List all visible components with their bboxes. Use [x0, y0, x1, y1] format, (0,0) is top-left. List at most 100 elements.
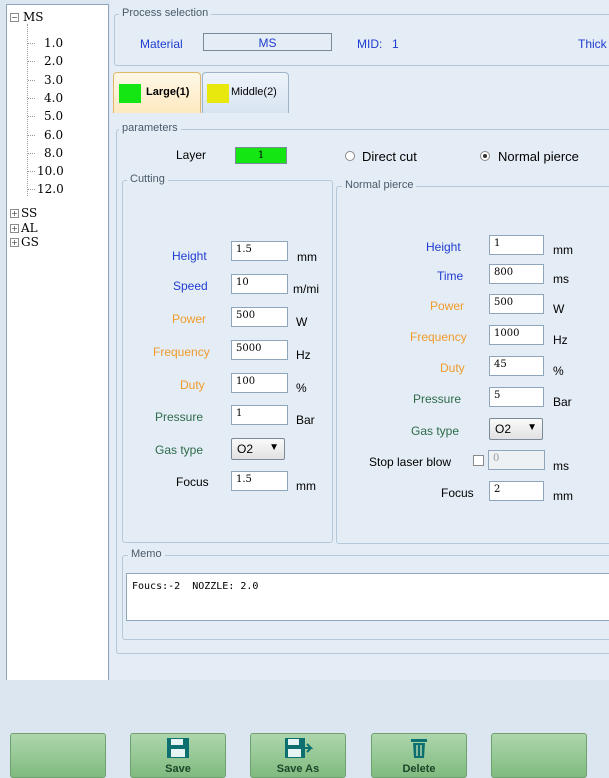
tree-node-thickness[interactable]: 3.0: [44, 74, 63, 86]
pierce-gas-type-select[interactable]: O2 ▼: [489, 418, 543, 440]
cutting-frequency-unit: Hz: [296, 348, 311, 362]
tree-node-thickness[interactable]: 2.0: [44, 55, 63, 67]
cutting-speed-input[interactable]: 10: [231, 274, 288, 294]
pierce-duty-label: Duty: [440, 361, 465, 375]
tab-large[interactable]: Large(1): [113, 72, 201, 113]
pierce-focus-unit: mm: [553, 489, 573, 503]
collapse-icon[interactable]: −: [10, 13, 19, 22]
cutting-power-label: Power: [172, 312, 207, 326]
tree-node-gs[interactable]: GS: [21, 236, 39, 248]
expand-icon[interactable]: +: [10, 209, 19, 218]
tree-node-thickness[interactable]: 5.0: [44, 110, 63, 122]
tree-node-thickness[interactable]: 12.0: [37, 183, 64, 195]
tree-line: [28, 79, 35, 81]
thickness-label: Thick: [578, 37, 607, 51]
cutting-focus-input[interactable]: 1.5: [231, 471, 288, 491]
pierce-power-unit: W: [553, 302, 565, 316]
tree-node-ss[interactable]: SS: [21, 207, 37, 219]
material-tree[interactable]: − MS + SS + AL + GS 1.0 2.0 3.0 4.0 5.0 6.0 8.…: [6, 4, 109, 682]
tree-node-thickness[interactable]: 10.0: [37, 165, 64, 177]
tree-line: [28, 189, 35, 191]
tree-line: [28, 152, 35, 154]
tree-node-thickness[interactable]: 4.0: [44, 92, 63, 104]
cutting-duty-input[interactable]: 100: [231, 373, 288, 393]
tab-middle[interactable]: Middle(2): [202, 72, 289, 113]
normal-pierce-radio[interactable]: [480, 151, 490, 161]
cutting-frequency-label: Frequency: [153, 345, 210, 359]
layer-field[interactable]: 1: [235, 147, 287, 164]
memo-legend: Memo: [128, 548, 165, 560]
tree-line: [28, 97, 35, 99]
pierce-frequency-label: Frequency: [410, 330, 467, 344]
cutting-pressure-unit: Bar: [296, 413, 315, 427]
save-button[interactable]: Save: [130, 733, 226, 778]
cutting-frequency-input[interactable]: 5000: [231, 340, 288, 360]
tree-node-thickness[interactable]: 1.0: [44, 37, 63, 49]
cutting-duty-unit: %: [296, 381, 307, 395]
material-label: Material: [140, 37, 183, 51]
tree-node-ms[interactable]: MS: [23, 11, 44, 23]
pierce-duty-input[interactable]: 45: [489, 356, 544, 376]
tree-node-al[interactable]: AL: [21, 222, 38, 234]
tree-line: [28, 43, 35, 44]
pierce-frequency-unit: Hz: [553, 333, 568, 347]
direct-cut-label[interactable]: Direct cut: [362, 149, 417, 164]
delete-button-label: Delete: [402, 763, 436, 775]
pierce-power-label: Power: [430, 299, 465, 313]
cutting-pressure-input[interactable]: 1: [231, 405, 288, 425]
stop-laser-blow-checkbox[interactable]: [473, 455, 484, 466]
delete-button[interactable]: Delete: [371, 733, 467, 778]
cutting-power-unit: W: [296, 315, 308, 329]
stop-laser-blow-label: Stop laser blow: [369, 455, 452, 469]
pierce-pressure-input[interactable]: 5: [489, 387, 544, 407]
direct-cut-radio[interactable]: [345, 151, 355, 161]
cutting-gas-type-value: O2: [237, 442, 254, 456]
cutting-focus-unit: mm: [296, 479, 316, 493]
expand-icon[interactable]: +: [10, 238, 19, 247]
mid-label: MID:: [357, 37, 383, 51]
pierce-pressure-label: Pressure: [413, 392, 462, 406]
stop-laser-blow-input[interactable]: 0: [488, 450, 545, 470]
blank-button-right[interactable]: [491, 733, 587, 778]
blank-button-left[interactable]: [10, 733, 106, 778]
mid-value: 1: [392, 37, 399, 51]
cutting-pressure-label: Pressure: [155, 410, 204, 424]
cutting-gas-type-select[interactable]: O2 ▼: [231, 438, 285, 460]
pierce-legend: Normal pierce: [342, 179, 417, 191]
pierce-gas-type-label: Gas type: [411, 424, 460, 438]
process-selection-legend: Process selection: [119, 7, 212, 19]
save-icon: [165, 736, 191, 763]
cutting-focus-label: Focus: [176, 475, 209, 489]
chevron-down-icon: ▼: [269, 442, 279, 453]
pierce-duty-unit: %: [553, 364, 564, 378]
layer-label: Layer: [176, 148, 207, 162]
cutting-power-input[interactable]: 500: [231, 307, 288, 327]
pierce-time-label: Time: [437, 269, 464, 283]
material-field[interactable]: MS: [203, 33, 332, 51]
cutting-height-input[interactable]: 1.5: [231, 241, 288, 261]
pierce-focus-label: Focus: [441, 486, 474, 500]
pierce-focus-input[interactable]: 2: [489, 481, 544, 501]
normal-pierce-label[interactable]: Normal pierce: [498, 149, 579, 164]
pierce-frequency-input[interactable]: 1000: [489, 325, 544, 345]
memo-textarea[interactable]: Foucs:-2 NOZZLE: 2.0: [126, 573, 609, 621]
cutting-duty-label: Duty: [180, 378, 205, 392]
cutting-gas-type-label: Gas type: [155, 443, 204, 457]
pierce-power-input[interactable]: 500: [489, 294, 544, 314]
save-as-icon: [283, 736, 314, 763]
cutting-height-label: Height: [172, 249, 207, 263]
parameters-legend: parameters: [119, 122, 181, 134]
expand-icon[interactable]: +: [10, 224, 19, 233]
pierce-time-input[interactable]: 800: [489, 264, 544, 284]
tree-node-thickness[interactable]: 8.0: [44, 147, 63, 159]
pierce-height-input[interactable]: 1: [489, 235, 544, 255]
tree-line: [28, 61, 35, 63]
middle-color-swatch: [207, 84, 229, 103]
stop-laser-blow-unit: ms: [553, 459, 569, 473]
cutting-speed-unit: m/mi: [293, 282, 319, 296]
save-as-button[interactable]: Save As: [250, 733, 346, 778]
tree-line: [28, 171, 35, 173]
cutting-height-unit: mm: [297, 250, 317, 264]
tab-middle-label: Middle(2): [231, 86, 277, 98]
tree-node-thickness[interactable]: 6.0: [44, 129, 63, 141]
